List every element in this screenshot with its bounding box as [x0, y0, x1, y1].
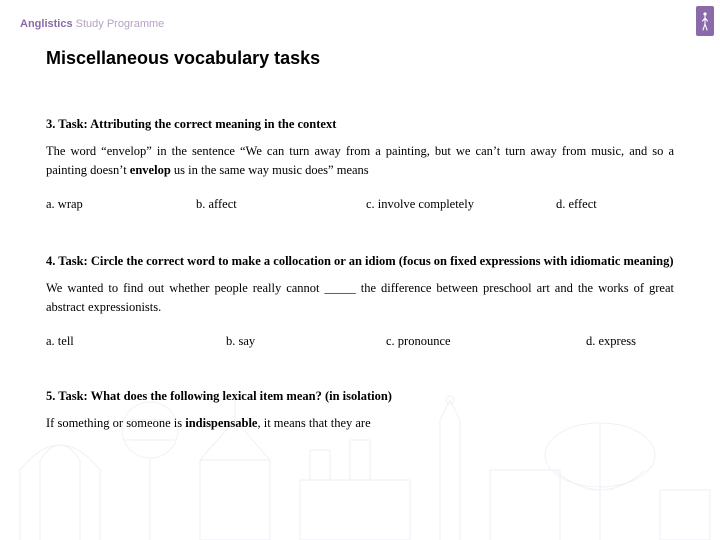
task3-options: a. wrap b. affect c. involve completely …: [46, 197, 674, 212]
task4-opt-c[interactable]: c. pronounce: [386, 334, 586, 349]
task4-opt-d[interactable]: d. express: [586, 334, 636, 349]
task5-body: If something or someone is indispensable…: [46, 414, 674, 433]
task5-heading: 5. Task: What does the following lexical…: [46, 389, 674, 404]
page-title: Miscellaneous vocabulary tasks: [46, 48, 720, 69]
brand-line: Anglistics Study Programme: [20, 18, 720, 30]
header: Anglistics Study Programme: [0, 0, 720, 30]
task3-heading: 3. Task: Attributing the correct meaning…: [46, 117, 674, 132]
brand-light: Study Programme: [73, 18, 165, 30]
task4-options: a. tell b. say c. pronounce d. express: [46, 334, 674, 349]
task3-body: The word “envelop” in the sentence “We c…: [46, 142, 674, 181]
brand-bold: Anglistics: [20, 18, 73, 30]
content: 3. Task: Attributing the correct meaning…: [0, 117, 720, 433]
person-icon: [700, 11, 710, 31]
task4-opt-b[interactable]: b. say: [226, 334, 386, 349]
task3-opt-d[interactable]: d. effect: [556, 197, 597, 212]
task3-opt-c[interactable]: c. involve completely: [366, 197, 556, 212]
task4-body: We wanted to find out whether people rea…: [46, 279, 674, 318]
task4-opt-a[interactable]: a. tell: [46, 334, 226, 349]
task3-opt-b[interactable]: b. affect: [196, 197, 366, 212]
task3-opt-a[interactable]: a. wrap: [46, 197, 196, 212]
logo-badge: [696, 6, 714, 36]
task4-heading: 4. Task: Circle the correct word to make…: [46, 254, 674, 269]
